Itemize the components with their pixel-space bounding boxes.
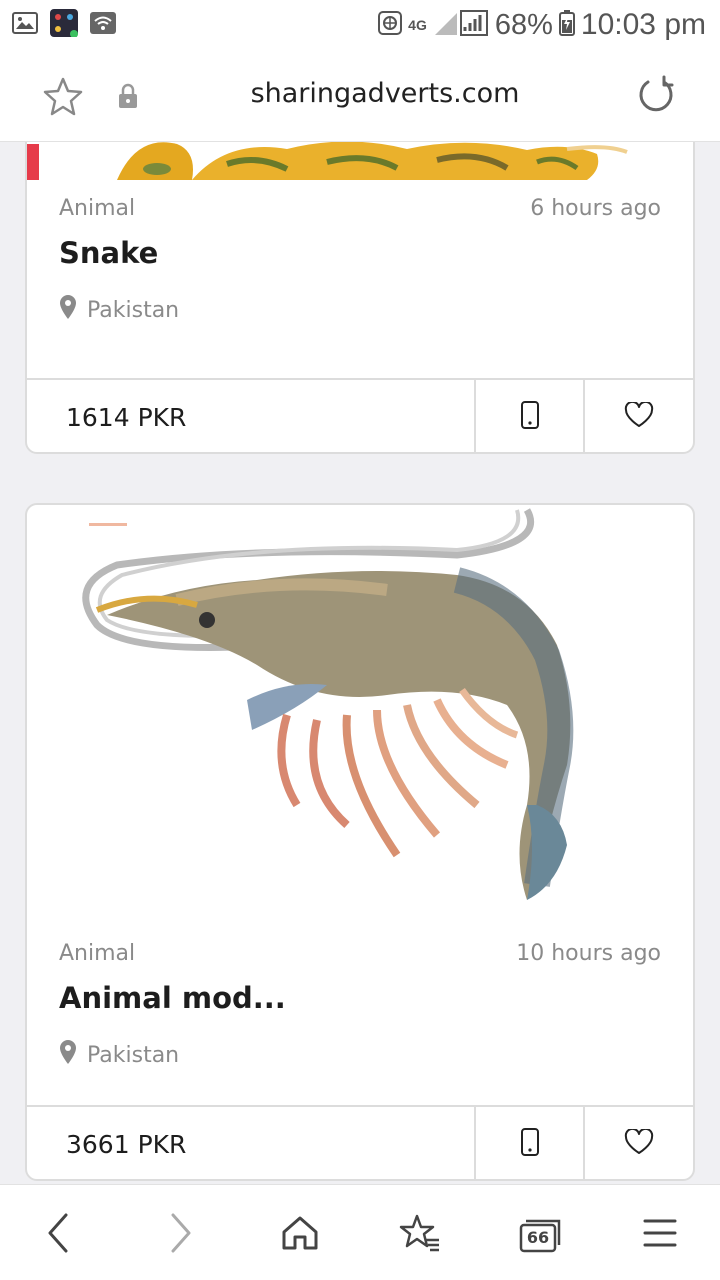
listing-title[interactable]: Animal mod... [59, 981, 286, 1015]
heart-icon [624, 1127, 654, 1159]
battery-icon [558, 10, 575, 40]
reload-icon[interactable] [636, 75, 676, 119]
menu-icon [643, 1218, 677, 1252]
app-icon [50, 9, 78, 41]
listing-footer: 1614 PKR [27, 378, 693, 452]
listing-price: 1614 PKR [27, 380, 476, 452]
listing-location: Pakistan [59, 294, 179, 326]
menu-button[interactable] [638, 1213, 682, 1257]
listing-image[interactable] [57, 505, 657, 905]
tabs-button[interactable]: 66 [518, 1213, 562, 1257]
listing-time: 10 hours ago [516, 941, 661, 966]
listing-category: Animal [59, 196, 136, 221]
listing-image[interactable] [27, 142, 693, 180]
wifi-icon [90, 12, 116, 38]
bookmarks-icon [399, 1214, 441, 1256]
listing-price: 3661 PKR [27, 1107, 476, 1179]
phone-icon [520, 401, 539, 433]
bookmarks-button[interactable] [398, 1213, 442, 1257]
home-icon [281, 1215, 319, 1255]
home-button[interactable] [278, 1213, 322, 1257]
battery-percent: 68% [494, 8, 553, 41]
signal-icon [433, 9, 489, 41]
clock: 10:03 pm [580, 8, 706, 41]
location-pin-icon [59, 1039, 77, 1071]
heart-icon [624, 400, 654, 432]
listing-location: Pakistan [59, 1039, 179, 1071]
forward-button[interactable] [159, 1213, 203, 1257]
location-pin-icon [59, 294, 77, 326]
phone-icon [520, 1128, 539, 1160]
call-button[interactable] [476, 380, 586, 452]
browser-bottom-nav: 66 [0, 1184, 720, 1280]
listing-footer: 3661 PKR [27, 1105, 693, 1179]
listing-time: 6 hours ago [530, 196, 661, 221]
url-address[interactable]: sharingadverts.com [0, 78, 720, 109]
listing-title[interactable]: Snake [59, 236, 158, 270]
page-content: Animal 6 hours ago Snake Pakistan 1614 P… [0, 142, 720, 1184]
call-button[interactable] [476, 1107, 586, 1179]
back-button[interactable] [36, 1213, 80, 1257]
tab-count: 66 [526, 1228, 550, 1247]
location-text: Pakistan [87, 1042, 180, 1068]
favorite-button[interactable] [585, 1107, 693, 1179]
favorite-button[interactable] [585, 380, 693, 452]
vpn-globe-icon [378, 11, 403, 39]
network-type: 4G [408, 17, 427, 33]
forward-icon [169, 1213, 193, 1257]
tabs-icon: 66 [519, 1217, 561, 1253]
gallery-icon [12, 12, 38, 38]
location-text: Pakistan [87, 297, 180, 323]
status-bar: 4G 68% 10:03 pm [0, 0, 720, 50]
listing-card[interactable]: Animal 10 hours ago Animal mod... Pakist… [25, 503, 695, 1181]
back-icon [46, 1213, 70, 1257]
listing-card[interactable]: Animal 6 hours ago Snake Pakistan 1614 P… [25, 142, 695, 454]
browser-url-bar: sharingadverts.com [0, 50, 720, 142]
listing-category: Animal [59, 941, 136, 966]
